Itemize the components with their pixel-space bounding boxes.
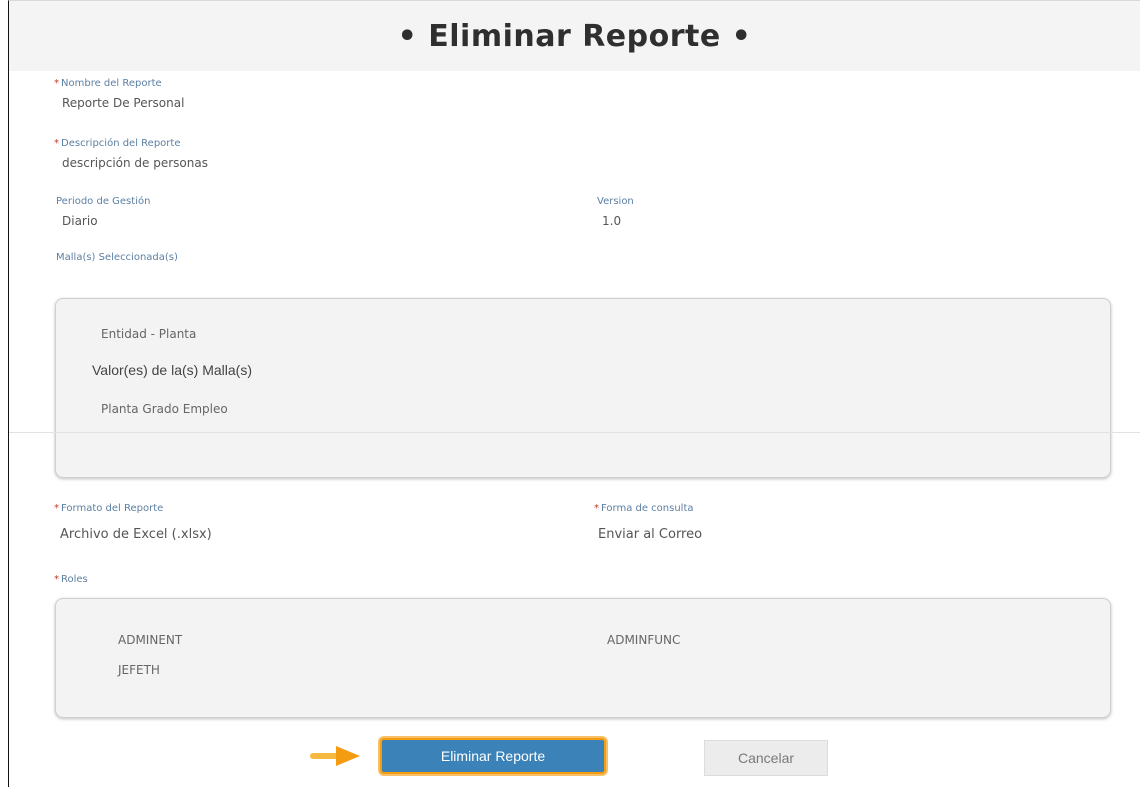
version-label: Version	[597, 196, 634, 207]
report-format-label: * Formato del Reporte	[54, 503, 164, 514]
report-description-value: descripción de personas	[62, 156, 208, 170]
page-title: • Eliminar Reporte •	[397, 18, 752, 54]
selected-meshes-label: Malla(s) Seleccionada(s)	[56, 252, 178, 263]
version-value: 1.0	[602, 214, 622, 228]
required-marker: *	[54, 574, 59, 585]
delete-report-button[interactable]: Eliminar Reporte	[380, 738, 606, 774]
mesh-entity: Entidad - Planta	[101, 327, 197, 341]
mesh-values-heading: Valor(es) de la(s) Malla(s)	[92, 362, 252, 378]
required-marker: *	[54, 138, 59, 149]
management-period-label: Periodo de Gestión	[56, 196, 151, 207]
role-item: ADMINFUNC	[607, 633, 681, 647]
report-description-label: * Descripción del Reporte	[54, 138, 181, 149]
role-item: JEFETH	[118, 663, 160, 677]
report-name-label: * Nombre del Reporte	[54, 78, 162, 89]
mesh-panel: Entidad - Planta Valor(es) de la(s) Mall…	[55, 298, 1111, 478]
query-method-label: * Forma de consulta	[594, 503, 694, 514]
required-marker: *	[594, 503, 599, 514]
cancel-button[interactable]: Cancelar	[704, 740, 828, 776]
arrow-right-icon	[310, 746, 360, 766]
role-item: ADMINENT	[118, 633, 183, 647]
required-marker: *	[54, 78, 59, 89]
required-marker: *	[54, 503, 59, 514]
report-name-value: Reporte De Personal	[62, 96, 185, 110]
management-period-value: Diario	[62, 214, 98, 228]
report-format-value: Archivo de Excel (.xlsx)	[60, 527, 212, 542]
roles-panel: ADMINENT ADMINFUNC JEFETH	[55, 598, 1111, 718]
roles-label: * Roles	[54, 574, 88, 585]
title-bar: • Eliminar Reporte •	[9, 1, 1140, 71]
query-method-value: Enviar al Correo	[598, 527, 703, 542]
mesh-value-item: Planta Grado Empleo	[101, 402, 228, 416]
divider	[9, 432, 1140, 433]
